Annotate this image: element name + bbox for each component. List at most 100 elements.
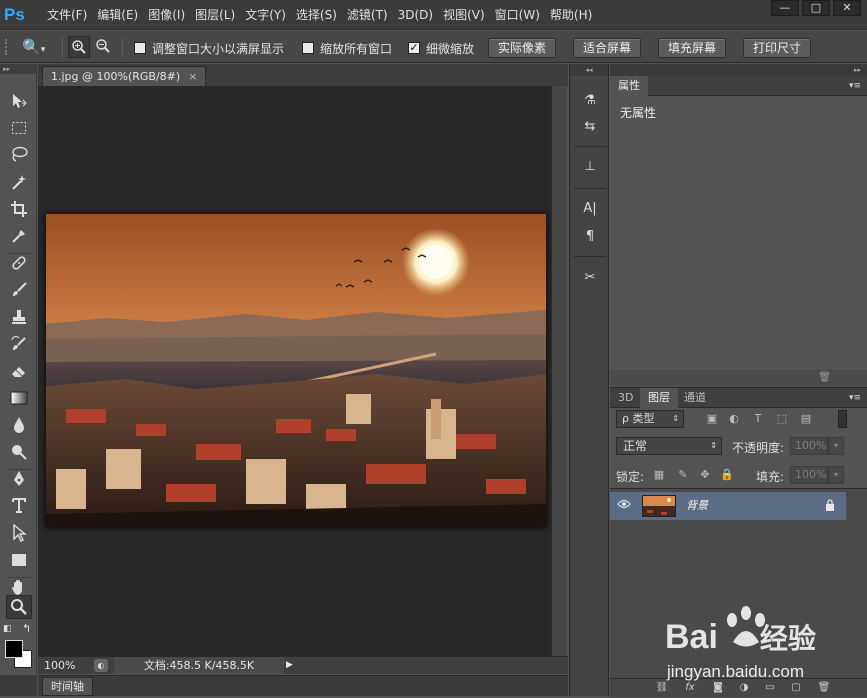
opacity-dropdown-icon[interactable]: ▾ xyxy=(828,437,844,455)
filter-type-icon[interactable]: T xyxy=(750,412,766,426)
blur-tool-icon[interactable] xyxy=(6,416,32,440)
fx-icon[interactable]: fx xyxy=(682,681,698,695)
vertical-scrollbar[interactable] xyxy=(551,86,567,656)
link-layers-icon[interactable]: ⛓ xyxy=(654,681,670,695)
filter-pixel-icon[interactable]: ▣ xyxy=(704,412,720,426)
opacity-input[interactable]: 100% xyxy=(790,437,828,455)
lasso-tool-icon[interactable] xyxy=(6,146,32,170)
character-icon[interactable]: A| xyxy=(578,198,602,220)
tool-preset-picker[interactable]: 🔍▾ xyxy=(22,36,58,58)
dock-collapse-icon[interactable]: ◂◂ xyxy=(570,64,608,76)
layer-filter-select[interactable]: ρ 类型 ⇕ xyxy=(616,410,684,428)
panel-menu-icon[interactable]: ▾≡ xyxy=(849,388,861,408)
filter-toggle[interactable] xyxy=(838,410,847,428)
zoom-level[interactable]: 100% xyxy=(44,657,75,674)
gradient-tool-icon[interactable] xyxy=(6,389,32,413)
filter-adjustment-icon[interactable]: ◐ xyxy=(726,412,742,426)
canvas-area[interactable] xyxy=(38,86,551,656)
tab-3d[interactable]: 3D xyxy=(610,388,641,408)
zoom-in-button[interactable] xyxy=(68,36,90,58)
close-tab-icon[interactable]: × xyxy=(188,70,197,83)
fill-input[interactable]: 100% xyxy=(790,466,828,484)
adjustments-icon[interactable]: ⚗ xyxy=(578,90,602,112)
tool-presets-icon[interactable]: ✂ xyxy=(578,267,602,289)
layer-thumbnail[interactable] xyxy=(642,495,676,517)
minimize-button[interactable]: — xyxy=(771,0,799,16)
brush-tool-icon[interactable] xyxy=(6,281,32,305)
menu-select[interactable]: 选择(S) xyxy=(291,0,342,30)
menu-file[interactable]: 文件(F) xyxy=(42,0,92,30)
zoom-tool-icon[interactable] xyxy=(6,595,32,619)
close-button[interactable]: ✕ xyxy=(833,0,861,16)
menu-view[interactable]: 视图(V) xyxy=(438,0,490,30)
lock-pixels-icon[interactable]: ✎ xyxy=(676,468,690,482)
pen-tool-icon[interactable] xyxy=(6,470,32,494)
menu-bar: Ps 文件(F) 编辑(E) 图像(I) 图层(L) 文字(Y) 选择(S) 滤… xyxy=(0,0,867,30)
print-size-button[interactable]: 打印尺寸 xyxy=(743,38,812,58)
tab-properties[interactable]: 属性 xyxy=(610,76,648,96)
path-selection-tool-icon[interactable] xyxy=(6,523,32,548)
panel-menu-icon[interactable]: ▾≡ xyxy=(849,76,861,96)
menu-type[interactable]: 文字(Y) xyxy=(240,0,291,30)
panel-collapse-icon[interactable]: ▸▸ xyxy=(610,64,867,76)
fill-screen-button[interactable]: 填充屏幕 xyxy=(658,38,727,58)
trash-icon[interactable]: 🗑 xyxy=(818,372,831,383)
brush-presets-icon[interactable]: ⇆ xyxy=(578,116,602,138)
menu-3d[interactable]: 3D(D) xyxy=(393,0,438,30)
layer-row[interactable]: 背景 xyxy=(610,492,846,520)
clone-source-icon[interactable]: ⊥ xyxy=(578,156,602,178)
delete-layer-icon[interactable]: 🗑 xyxy=(816,681,832,695)
document-image[interactable] xyxy=(46,214,546,527)
paragraph-icon[interactable]: ¶ xyxy=(578,226,602,248)
healing-brush-tool-icon[interactable] xyxy=(6,254,32,278)
eraser-tool-icon[interactable] xyxy=(6,362,32,386)
document-tab[interactable]: 1.jpg @ 100%(RGB/8#) × xyxy=(42,66,207,86)
move-tool-icon[interactable] xyxy=(6,92,32,116)
menu-edit[interactable]: 编辑(E) xyxy=(92,0,143,30)
filter-smart-object-icon[interactable]: ▤ xyxy=(798,412,814,426)
tools-panel-header[interactable]: ▸▸ xyxy=(0,64,36,74)
marquee-tool-icon[interactable] xyxy=(6,119,32,143)
default-colors-icon[interactable]: ◧ xyxy=(3,624,12,634)
swap-colors-icon[interactable]: ↰ xyxy=(22,622,31,635)
menu-layer[interactable]: 图层(L) xyxy=(190,0,240,30)
dodge-tool-icon[interactable] xyxy=(6,443,32,467)
clone-stamp-tool-icon[interactable] xyxy=(6,308,32,332)
menu-image[interactable]: 图像(I) xyxy=(143,0,190,30)
scrubby-zoom-checkbox[interactable]: ✓ 细微缩放 xyxy=(408,40,474,56)
resize-windows-checkbox[interactable]: 调整窗口大小以满屏显示 xyxy=(134,40,284,56)
visibility-eye-icon[interactable] xyxy=(616,499,632,513)
lock-position-icon[interactable]: ✥ xyxy=(698,468,712,482)
menu-help[interactable]: 帮助(H) xyxy=(545,0,597,30)
options-grip[interactable] xyxy=(5,39,9,55)
tab-channels[interactable]: 通道 xyxy=(676,388,714,408)
foreground-color-swatch[interactable] xyxy=(5,640,23,658)
history-brush-tool-icon[interactable] xyxy=(6,335,32,359)
fit-screen-button[interactable]: 适合屏幕 xyxy=(573,38,642,58)
menu-window[interactable]: 窗口(W) xyxy=(490,0,545,30)
add-mask-icon[interactable]: ◙ xyxy=(710,681,726,695)
layer-name[interactable]: 背景 xyxy=(686,492,708,520)
new-group-icon[interactable]: ▭ xyxy=(762,681,778,695)
timeline-tab[interactable]: 时间轴 xyxy=(42,677,93,696)
status-icon[interactable]: ◐ xyxy=(94,659,108,672)
tab-layers[interactable]: 图层 xyxy=(640,388,678,408)
new-adjustment-icon[interactable]: ◑ xyxy=(736,681,752,695)
lock-transparency-icon[interactable]: ▦ xyxy=(652,468,666,482)
menu-filter[interactable]: 滤镜(T) xyxy=(342,0,393,30)
eyedropper-tool-icon[interactable] xyxy=(6,227,32,251)
zoom-all-windows-checkbox[interactable]: 缩放所有窗口 xyxy=(302,40,392,56)
zoom-out-button[interactable] xyxy=(92,36,114,58)
blend-mode-select[interactable]: 正常 ⇕ xyxy=(616,437,722,455)
rectangle-tool-icon[interactable] xyxy=(6,551,32,575)
status-menu-arrow-icon[interactable]: ▶ xyxy=(286,660,293,670)
actual-pixels-button[interactable]: 实际像素 xyxy=(488,38,557,58)
crop-tool-icon[interactable] xyxy=(6,200,32,224)
fill-dropdown-icon[interactable]: ▾ xyxy=(828,466,844,484)
lock-all-icon[interactable]: 🔒 xyxy=(720,468,734,482)
type-tool-icon[interactable] xyxy=(6,497,32,521)
maximize-button[interactable]: □ xyxy=(802,0,830,16)
new-layer-icon[interactable]: ▢ xyxy=(788,681,804,695)
filter-shape-icon[interactable]: ⬚ xyxy=(774,412,790,426)
magic-wand-tool-icon[interactable] xyxy=(6,173,32,197)
